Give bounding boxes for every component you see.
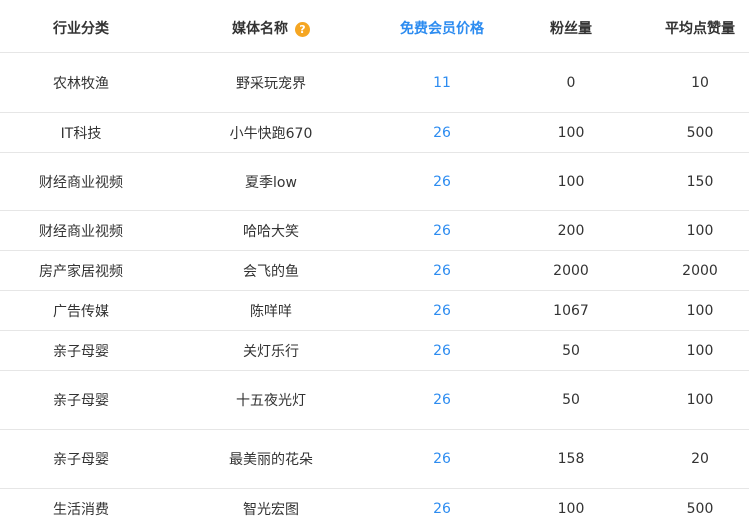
cell-industry: 财经商业视频 (39, 174, 123, 191)
cell-industry: 亲子母婴 (53, 452, 109, 468)
cell-price[interactable]: 26 (433, 263, 451, 279)
cell-fans: 50 (562, 392, 580, 408)
table-row[interactable]: 财经商业视频 哈哈大笑 26 200 100 (0, 211, 749, 251)
cell-likes: 100 (686, 342, 714, 359)
column-header-fans[interactable]: 粉丝量 (550, 18, 592, 38)
cell-fans: 100 (557, 500, 585, 517)
table-row[interactable]: 广告传媒 陈咩咩 26 1067 100 (0, 291, 749, 331)
cell-price[interactable]: 26 (433, 392, 451, 408)
cell-price[interactable]: 26 (433, 125, 451, 141)
cell-price[interactable]: 26 (433, 303, 451, 319)
column-header-media-name-label: 媒体名称 (232, 21, 288, 37)
cell-industry: 农林牧渔 (53, 75, 109, 92)
cell-price[interactable]: 26 (433, 174, 451, 190)
cell-price[interactable]: 26 (433, 223, 451, 239)
table-row[interactable]: 亲子母婴 最美丽的花朵 26 158 20 (0, 430, 749, 489)
cell-media-name: 野采玩宠界 (236, 75, 306, 92)
cell-fans: 158 (557, 451, 585, 467)
cell-industry: IT科技 (60, 125, 102, 142)
cell-industry: 亲子母婴 (53, 393, 109, 409)
cell-likes: 2000 (682, 262, 718, 279)
cell-price[interactable]: 26 (433, 451, 451, 467)
table-row[interactable]: 生活消费 智光宏图 26 100 500 (0, 489, 749, 528)
cell-fans: 100 (557, 124, 585, 141)
cell-likes: 10 (691, 74, 709, 91)
help-icon[interactable]: ? (295, 22, 310, 37)
cell-price[interactable]: 26 (433, 501, 451, 517)
cell-likes: 500 (686, 124, 714, 141)
table-row[interactable]: 财经商业视频 夏季low 26 100 150 (0, 153, 749, 211)
cell-media-name: 最美丽的花朵 (229, 452, 313, 468)
cell-likes: 100 (686, 392, 714, 408)
table-row[interactable]: 农林牧渔 野采玩宠界 11 0 10 (0, 53, 749, 113)
cell-industry: 生活消费 (53, 501, 109, 518)
table-row[interactable]: 房产家居视频 会飞的鱼 26 2000 2000 (0, 251, 749, 291)
column-header-media-name: 媒体名称? (232, 18, 310, 38)
cell-fans: 1067 (553, 302, 589, 319)
cell-fans: 2000 (553, 262, 589, 279)
cell-likes: 500 (686, 500, 714, 517)
cell-fans: 200 (557, 222, 585, 239)
cell-industry: 亲子母婴 (53, 343, 109, 360)
table-header: 行业分类 媒体名称? 免费会员价格 粉丝量 平均点赞量 (0, 0, 749, 53)
cell-media-name: 关灯乐行 (243, 343, 299, 360)
cell-price[interactable]: 26 (433, 343, 451, 359)
cell-likes: 20 (691, 451, 709, 467)
cell-media-name: 陈咩咩 (250, 303, 292, 320)
cell-media-name: 小牛快跑670 (229, 125, 313, 142)
cell-likes: 150 (686, 173, 714, 190)
cell-fans: 50 (562, 342, 580, 359)
cell-media-name: 夏季low (245, 174, 297, 191)
cell-fans: 100 (557, 173, 585, 190)
cell-media-name: 十五夜光灯 (236, 393, 306, 409)
cell-media-name: 哈哈大笑 (243, 223, 299, 240)
column-header-likes[interactable]: 平均点赞量 (665, 18, 735, 38)
table-row[interactable]: IT科技 小牛快跑670 26 100 500 (0, 113, 749, 153)
cell-media-name: 会飞的鱼 (243, 263, 299, 280)
media-table: 行业分类 媒体名称? 免费会员价格 粉丝量 平均点赞量 农林牧渔 野采玩宠界 1… (0, 0, 749, 528)
cell-industry: 财经商业视频 (39, 223, 123, 240)
cell-price[interactable]: 11 (433, 75, 451, 91)
cell-industry: 广告传媒 (53, 303, 109, 320)
column-header-price[interactable]: 免费会员价格 (400, 18, 484, 38)
cell-likes: 100 (686, 302, 714, 319)
cell-likes: 100 (686, 222, 714, 239)
cell-industry: 房产家居视频 (39, 263, 123, 280)
column-header-industry: 行业分类 (53, 21, 109, 37)
table-row[interactable]: 亲子母婴 十五夜光灯 26 50 100 (0, 371, 749, 430)
cell-media-name: 智光宏图 (243, 501, 299, 518)
cell-fans: 0 (566, 74, 576, 91)
table-row[interactable]: 亲子母婴 关灯乐行 26 50 100 (0, 331, 749, 371)
